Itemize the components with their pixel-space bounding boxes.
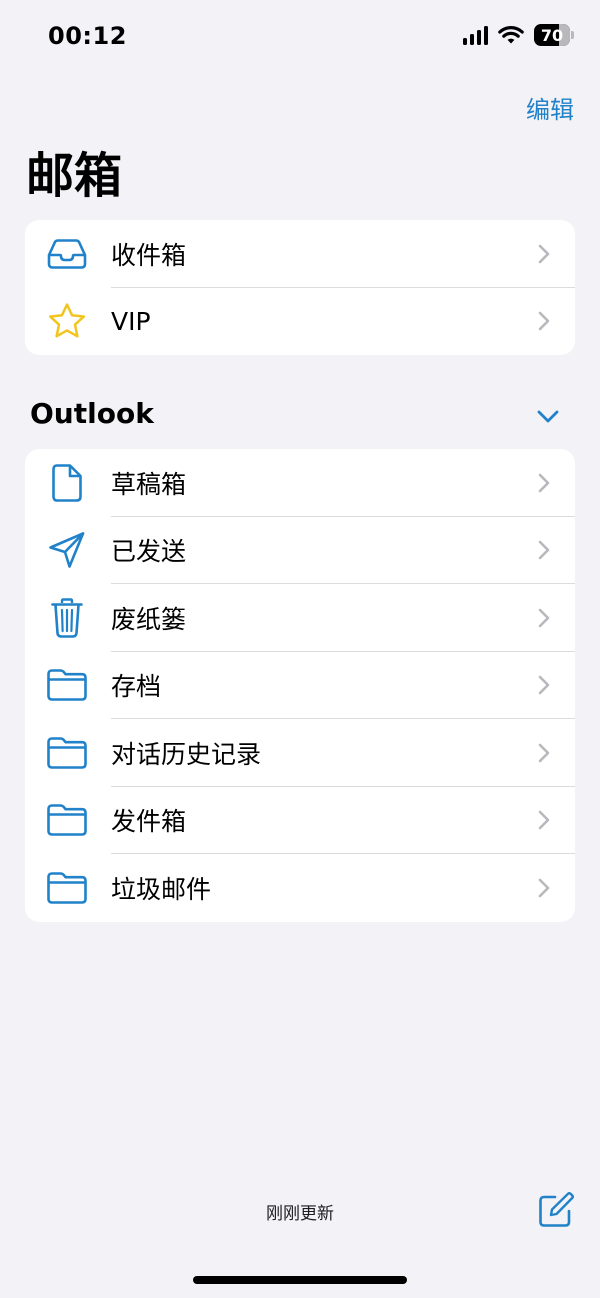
status-time: 00:12 — [48, 22, 127, 50]
folder-label: 对话历史记录 — [111, 739, 262, 769]
chevron-right-icon — [537, 539, 551, 561]
update-status: 刚刚更新 — [266, 1204, 334, 1224]
folder-row-sent[interactable]: 已发送 — [25, 517, 575, 584]
folder-row-drafts[interactable]: 草稿箱 — [25, 449, 575, 517]
account-name: Outlook — [30, 397, 154, 430]
folder-label: 发件箱 — [111, 807, 187, 837]
folder-row-trash[interactable]: 废纸篓 — [25, 584, 575, 652]
mailbox-row-vip[interactable]: VIP — [25, 288, 575, 356]
page-title: 邮箱 — [26, 148, 123, 204]
folder-icon — [45, 866, 89, 910]
chevron-right-icon — [537, 243, 551, 265]
edit-button[interactable]: 编辑 — [526, 90, 574, 125]
folder-label: 垃圾邮件 — [111, 874, 212, 904]
folder-row-junk[interactable]: 垃圾邮件 — [25, 854, 575, 922]
chevron-right-icon — [537, 742, 551, 764]
folder-icon — [45, 663, 89, 707]
status-bar: 00:12 70 — [0, 0, 600, 78]
chevron-right-icon — [537, 877, 551, 899]
status-icons: 70 — [463, 24, 574, 46]
star-icon — [45, 299, 89, 343]
folder-icon — [45, 798, 89, 842]
chevron-down-icon[interactable] — [536, 404, 560, 428]
folder-label: 存档 — [111, 672, 162, 702]
mailbox-label: 收件箱 — [111, 240, 187, 270]
battery-icon: 70 — [534, 24, 574, 46]
wifi-icon — [498, 25, 524, 45]
folder-label: 废纸篓 — [111, 604, 187, 634]
folder-label: 已发送 — [111, 537, 187, 567]
mailbox-label: VIP — [111, 306, 151, 336]
chevron-right-icon — [537, 607, 551, 629]
compose-icon[interactable] — [538, 1192, 574, 1228]
mailbox-row-inbox[interactable]: 收件箱 — [25, 220, 575, 288]
chevron-right-icon — [537, 674, 551, 696]
home-indicator[interactable] — [193, 1276, 407, 1284]
chevron-right-icon — [537, 472, 551, 494]
trash-icon — [45, 596, 89, 640]
folder-icon — [45, 731, 89, 775]
folder-row-outbox[interactable]: 发件箱 — [25, 787, 575, 854]
battery-level: 70 — [540, 25, 564, 45]
folder-label: 草稿箱 — [111, 469, 187, 499]
account-folders-card: 草稿箱 已发送 废纸篓 存档 对话历史记录 发件箱 垃圾邮件 — [25, 449, 575, 922]
mailboxes-card: 收件箱 VIP — [25, 220, 575, 355]
chevron-right-icon — [537, 809, 551, 831]
folder-row-archive[interactable]: 存档 — [25, 652, 575, 719]
paper-plane-icon — [45, 528, 89, 572]
document-icon — [45, 461, 89, 505]
inbox-tray-icon — [45, 232, 89, 276]
folder-row-conversation-history[interactable]: 对话历史记录 — [25, 719, 575, 787]
account-section-header: Outlook — [30, 396, 560, 436]
chevron-right-icon — [537, 310, 551, 332]
cellular-signal-icon — [463, 25, 488, 45]
